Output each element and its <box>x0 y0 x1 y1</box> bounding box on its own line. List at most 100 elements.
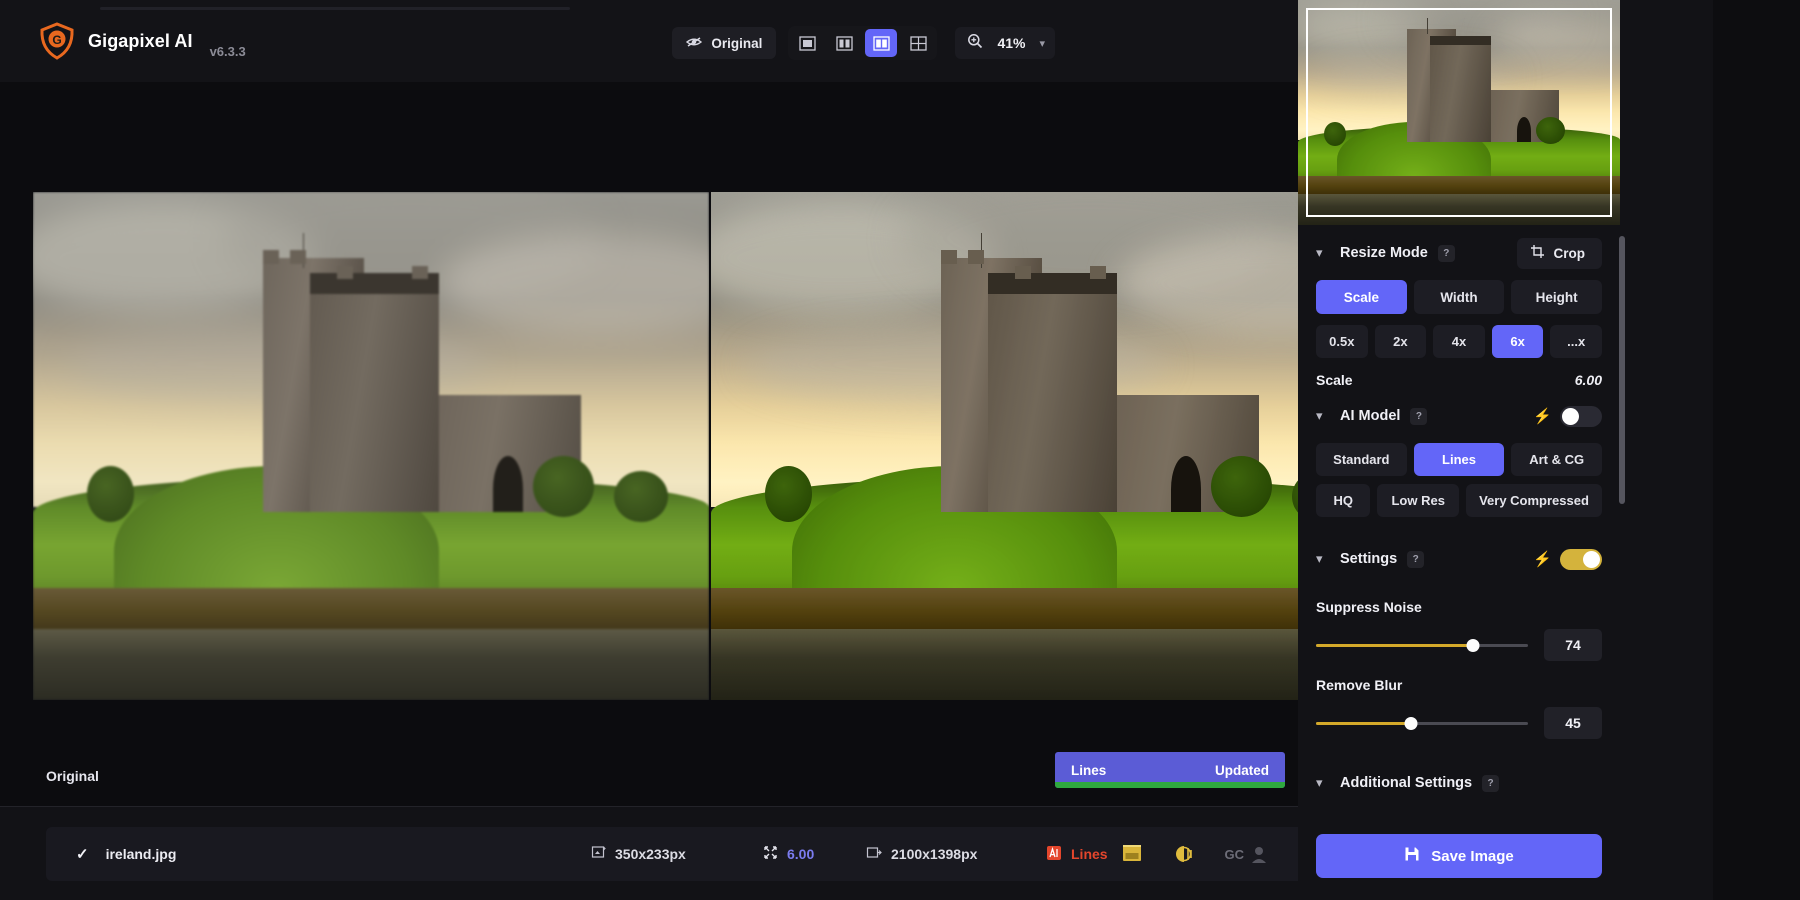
original-image-pane[interactable] <box>33 192 709 700</box>
view-mode-group <box>788 26 937 60</box>
save-disk-icon <box>1404 846 1420 866</box>
file-bar: ✓ ireland.jpg 350x233px <box>0 806 1385 900</box>
scale-preset-2x[interactable]: 2x <box>1375 325 1427 358</box>
app-window: G Gigapixel AI v6.3.3 Original <box>0 0 1713 900</box>
ai-model-icon <box>1046 845 1062 864</box>
split-pane-icon[interactable] <box>828 29 860 57</box>
ai-model-toggle-wrap: ⚡ <box>1533 406 1602 427</box>
ai-model-lines[interactable]: Lines <box>1414 443 1505 476</box>
scale-label: Scale <box>1316 372 1353 388</box>
chevron-down-icon[interactable]: ▾ <box>1316 408 1330 424</box>
grid-pane-icon[interactable] <box>902 29 934 57</box>
scale-preset-4x[interactable]: 4x <box>1433 325 1485 358</box>
output-dimensions: 2100x1398px <box>866 845 977 863</box>
face-recovery-label: GC <box>1225 847 1245 862</box>
save-area: Save Image <box>1316 834 1602 878</box>
image-size-icon <box>591 845 606 863</box>
save-image-label: Save Image <box>1431 848 1514 865</box>
status-progress-bar <box>1055 782 1285 788</box>
chevron-down-icon[interactable]: ▾ <box>1316 775 1330 791</box>
title-bar: G Gigapixel AI v6.3.3 Original <box>0 0 1385 82</box>
file-row[interactable]: ✓ ireland.jpg 350x233px <box>46 827 1339 881</box>
source-dimensions-value: 350x233px <box>615 846 686 862</box>
resize-mode-title: Resize Mode <box>1340 245 1428 261</box>
file-name: ireland.jpg <box>106 846 177 862</box>
status-state-label: Updated <box>1215 763 1269 778</box>
file-actions: GC <box>1121 844 1316 864</box>
crop-tool-icon[interactable] <box>1121 844 1143 864</box>
resize-mode-group: Scale Width Height <box>1316 280 1602 314</box>
scale-preset-6x[interactable]: 6x <box>1492 325 1544 358</box>
zoom-control[interactable]: 41% ▾ <box>955 27 1055 59</box>
chevron-down-icon[interactable]: ▾ <box>1039 37 1045 50</box>
settings-panel: ▾ Resize Mode ? Crop <box>1298 231 1620 812</box>
save-image-button[interactable]: Save Image <box>1316 834 1602 878</box>
scale-value: 6.00 <box>787 846 814 862</box>
ai-model-header[interactable]: ▾ AI Model ? ⚡ <box>1316 394 1602 438</box>
ai-model-low-res[interactable]: Low Res <box>1377 484 1459 517</box>
ai-model-art-cg[interactable]: Art & CG <box>1511 443 1602 476</box>
settings-toggle-wrap: ⚡ <box>1533 549 1602 570</box>
single-pane-icon[interactable] <box>791 29 823 57</box>
zoom-level-value: 41% <box>997 35 1025 51</box>
question-mark-icon[interactable]: ? <box>1410 408 1427 425</box>
question-mark-icon[interactable]: ? <box>1438 245 1455 262</box>
resize-mode-width[interactable]: Width <box>1414 280 1505 314</box>
question-mark-icon[interactable]: ? <box>1482 775 1499 792</box>
side-by-side-icon[interactable] <box>865 29 897 57</box>
magnifier-plus-icon <box>967 33 983 54</box>
suppress-noise-value[interactable]: 74 <box>1544 629 1602 661</box>
right-sidebar: ▾ Resize Mode ? Crop <box>1298 0 1626 900</box>
compare-tool-icon[interactable] <box>1173 844 1195 864</box>
lightning-bolt-icon: ⚡ <box>1533 550 1552 568</box>
scale-preset-0-5x[interactable]: 0.5x <box>1316 325 1368 358</box>
ai-model-group-row2: HQ Low Res Very Compressed <box>1316 484 1602 517</box>
gigapixel-logo-icon: G <box>38 22 76 60</box>
remove-blur-slider[interactable] <box>1316 722 1528 725</box>
navigator-thumbnail <box>1298 0 1620 225</box>
sidebar-scrollbar[interactable] <box>1619 236 1625 504</box>
remove-blur-row: 45 <box>1316 707 1602 739</box>
upscaled-image <box>711 192 1387 700</box>
scale-preset-custom[interactable]: ...x <box>1550 325 1602 358</box>
remove-blur-value[interactable]: 45 <box>1544 707 1602 739</box>
checkmark-icon[interactable]: ✓ <box>76 845 89 863</box>
settings-title: Settings <box>1340 551 1397 567</box>
remove-blur-label: Remove Blur <box>1316 677 1602 693</box>
navigator-preview[interactable] <box>1298 0 1620 225</box>
settings-header[interactable]: ▾ Settings ? ⚡ <box>1316 537 1602 581</box>
settings-auto-toggle[interactable] <box>1560 549 1602 570</box>
ai-model-auto-toggle[interactable] <box>1560 406 1602 427</box>
remove-blur-block: Remove Blur 45 <box>1316 677 1602 739</box>
scale-value[interactable]: 6.00 <box>1575 372 1602 388</box>
ai-model-very-compressed[interactable]: Very Compressed <box>1466 484 1602 517</box>
suppress-noise-slider[interactable] <box>1316 644 1528 647</box>
ai-model-hq[interactable]: HQ <box>1316 484 1370 517</box>
lightning-bolt-icon: ⚡ <box>1533 407 1552 425</box>
preview-image-pane[interactable] <box>711 192 1387 700</box>
window-drag-handle[interactable] <box>100 7 570 10</box>
chevron-down-icon[interactable]: ▾ <box>1316 551 1330 567</box>
chevron-down-icon[interactable]: ▾ <box>1316 245 1330 261</box>
model-info: Lines <box>1046 845 1108 864</box>
suppress-noise-row: 74 <box>1316 629 1602 661</box>
view-toolbar: Original <box>672 26 1055 60</box>
resize-mode-scale[interactable]: Scale <box>1316 280 1407 314</box>
ai-model-standard[interactable]: Standard <box>1316 443 1407 476</box>
additional-settings-title: Additional Settings <box>1340 775 1472 791</box>
ai-model-group-row1: Standard Lines Art & CG <box>1316 443 1602 476</box>
resize-mode-height[interactable]: Height <box>1511 280 1602 314</box>
source-dimensions: 350x233px <box>591 845 686 863</box>
crop-button[interactable]: Crop <box>1517 238 1603 269</box>
original-caption: Original <box>46 768 99 784</box>
face-recovery-icon[interactable]: GC <box>1225 845 1269 864</box>
original-image <box>33 192 709 700</box>
image-canvas[interactable]: Original Lines Updated <box>0 82 1385 806</box>
output-dimensions-value: 2100x1398px <box>891 846 977 862</box>
eye-off-icon <box>686 36 702 51</box>
resize-mode-header[interactable]: ▾ Resize Mode ? Crop <box>1316 231 1602 275</box>
question-mark-icon[interactable]: ? <box>1407 551 1424 568</box>
additional-settings-header[interactable]: ▾ Additional Settings ? <box>1316 761 1602 805</box>
suppress-noise-label: Suppress Noise <box>1316 599 1602 615</box>
show-original-button[interactable]: Original <box>672 27 776 59</box>
